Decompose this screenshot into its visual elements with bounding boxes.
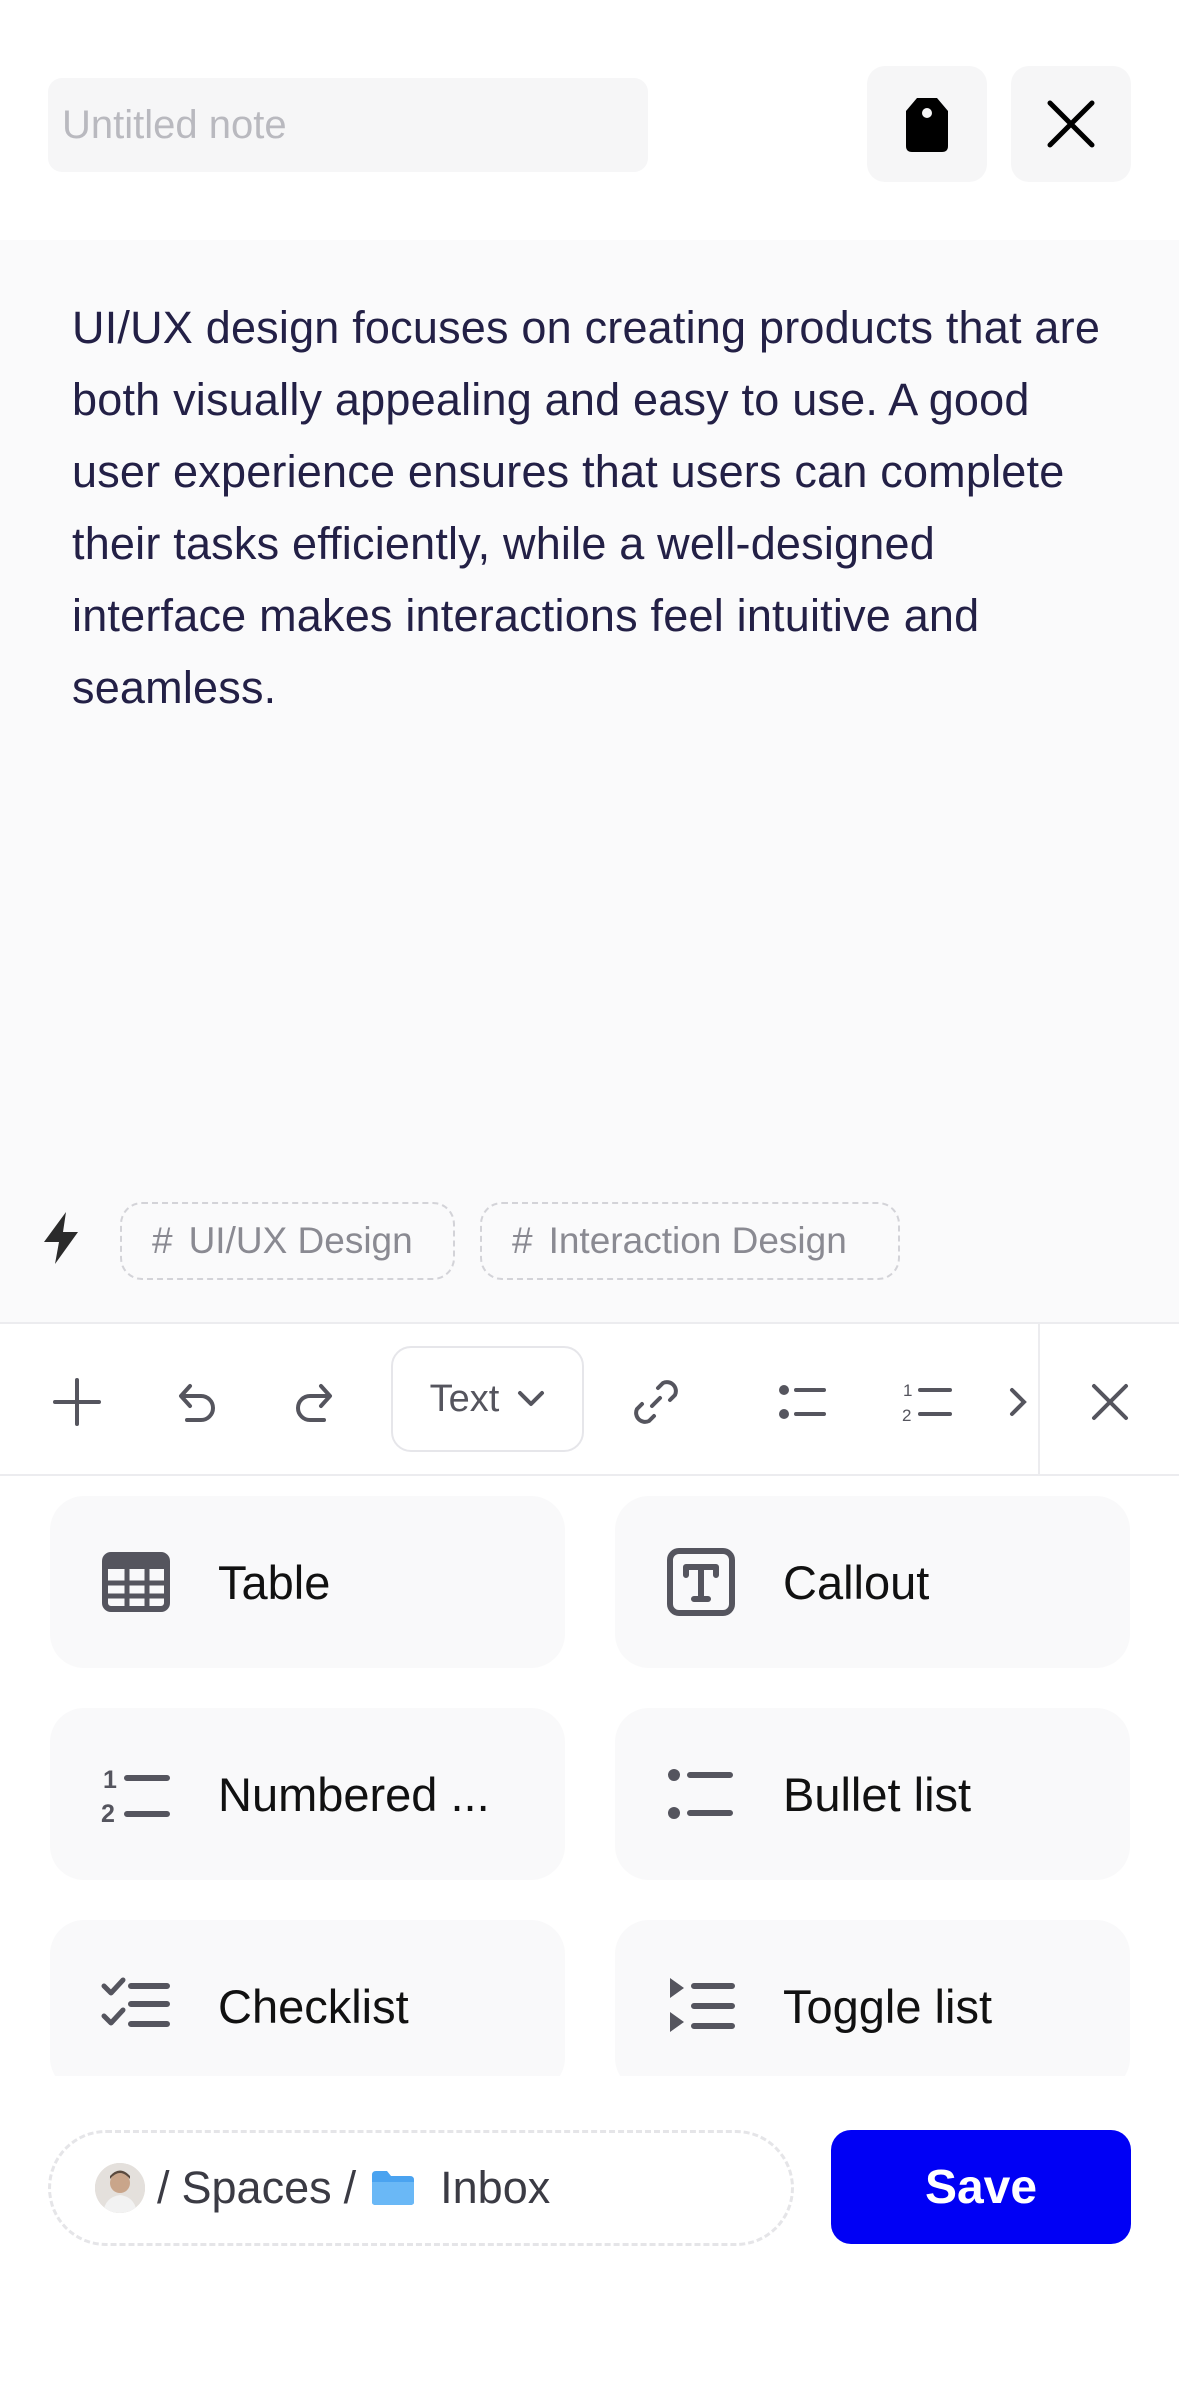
- undo-button[interactable]: [157, 1364, 233, 1440]
- block-option-label: Numbered ...: [218, 1767, 490, 1821]
- plus-icon: [53, 1378, 101, 1426]
- toolbar-divider: [1038, 1324, 1040, 1476]
- numbered-list-icon: 1 2: [98, 1756, 174, 1832]
- block-option-label: Bullet list: [783, 1767, 972, 1821]
- avatar: [95, 2163, 145, 2213]
- close-icon: [1047, 100, 1095, 148]
- tag-icon: [906, 98, 948, 152]
- text-style-label: Text: [429, 1377, 500, 1420]
- link-button[interactable]: [618, 1364, 694, 1440]
- bullet-list-button[interactable]: [765, 1364, 841, 1440]
- tag-chip-uiux-design[interactable]: # UI/UX Design: [120, 1202, 455, 1280]
- tag-chip-interaction-design[interactable]: # Interaction Design: [480, 1202, 900, 1280]
- breadcrumb-inbox: Inbox: [440, 2162, 551, 2213]
- tag-button[interactable]: [867, 66, 987, 182]
- note-title-input[interactable]: [48, 78, 648, 172]
- redo-button[interactable]: [278, 1364, 354, 1440]
- undo-icon: [179, 1384, 215, 1422]
- callout-icon: [663, 1544, 739, 1620]
- block-option-label: Callout: [783, 1555, 930, 1609]
- formatting-toolbar: Text 1 2: [0, 1322, 1179, 1476]
- location-picker[interactable]: / Spaces / Inbox: [48, 2130, 794, 2246]
- breadcrumb-separator: /: [343, 2162, 357, 2213]
- block-option-numbered-list[interactable]: 1 2 Numbered ...: [50, 1708, 565, 1880]
- toggle-list-icon: [663, 1968, 739, 2044]
- block-option-label: Table: [218, 1555, 331, 1609]
- table-icon: [98, 1544, 174, 1620]
- block-option-callout[interactable]: Callout: [615, 1496, 1130, 1668]
- note-body-text[interactable]: UI/UX design focuses on creating product…: [72, 292, 1112, 724]
- close-toolbar-button[interactable]: [1072, 1364, 1148, 1440]
- bullet-list-icon: [663, 1756, 739, 1832]
- add-block-button[interactable]: [39, 1364, 115, 1440]
- hashtag-icon: #: [512, 1220, 533, 1261]
- close-icon: [1092, 1384, 1128, 1420]
- chevron-right-icon: [1010, 1388, 1027, 1416]
- svg-text:1: 1: [103, 1766, 117, 1794]
- tag-chip-label: UI/UX Design: [188, 1220, 413, 1261]
- bullet-list-icon: [779, 1385, 826, 1419]
- hashtag-icon: #: [152, 1220, 173, 1261]
- text-style-dropdown[interactable]: Text: [391, 1346, 584, 1452]
- more-formatting-button[interactable]: [1004, 1364, 1038, 1440]
- block-option-checklist[interactable]: Checklist: [50, 1920, 565, 2076]
- block-option-label: Toggle list: [783, 1979, 992, 2033]
- note-footer: / Spaces / Inbox Save: [0, 2076, 1179, 2396]
- save-button[interactable]: Save: [831, 2130, 1131, 2244]
- close-button[interactable]: [1011, 66, 1131, 182]
- block-option-label: Checklist: [218, 1979, 409, 2033]
- block-option-table[interactable]: Table: [50, 1496, 565, 1668]
- chevron-down-icon: [518, 1391, 545, 1406]
- block-option-toggle-list[interactable]: Toggle list: [615, 1920, 1130, 2076]
- breadcrumb-separator: /: [157, 2162, 170, 2213]
- svg-text:1: 1: [903, 1381, 912, 1400]
- block-option-bullet-list[interactable]: Bullet list: [615, 1708, 1130, 1880]
- block-picker: Table Callout 1 2 Numbered ... Bullet li…: [0, 1476, 1179, 2076]
- breadcrumb-spaces: Spaces: [181, 2162, 332, 2213]
- lightning-icon[interactable]: [40, 1210, 82, 1266]
- svg-text:2: 2: [101, 1800, 115, 1824]
- folder-icon: [372, 2171, 415, 2205]
- tag-chip-label: Interaction Design: [548, 1220, 847, 1261]
- note-header: [0, 0, 1179, 240]
- redo-icon: [296, 1384, 332, 1422]
- checklist-icon: [98, 1968, 174, 2044]
- numbered-list-icon: 1 2: [902, 1381, 952, 1424]
- link-icon: [634, 1380, 678, 1424]
- numbered-list-button[interactable]: 1 2: [890, 1364, 966, 1440]
- note-editor[interactable]: UI/UX design focuses on creating product…: [0, 240, 1179, 1322]
- svg-text:2: 2: [902, 1406, 911, 1424]
